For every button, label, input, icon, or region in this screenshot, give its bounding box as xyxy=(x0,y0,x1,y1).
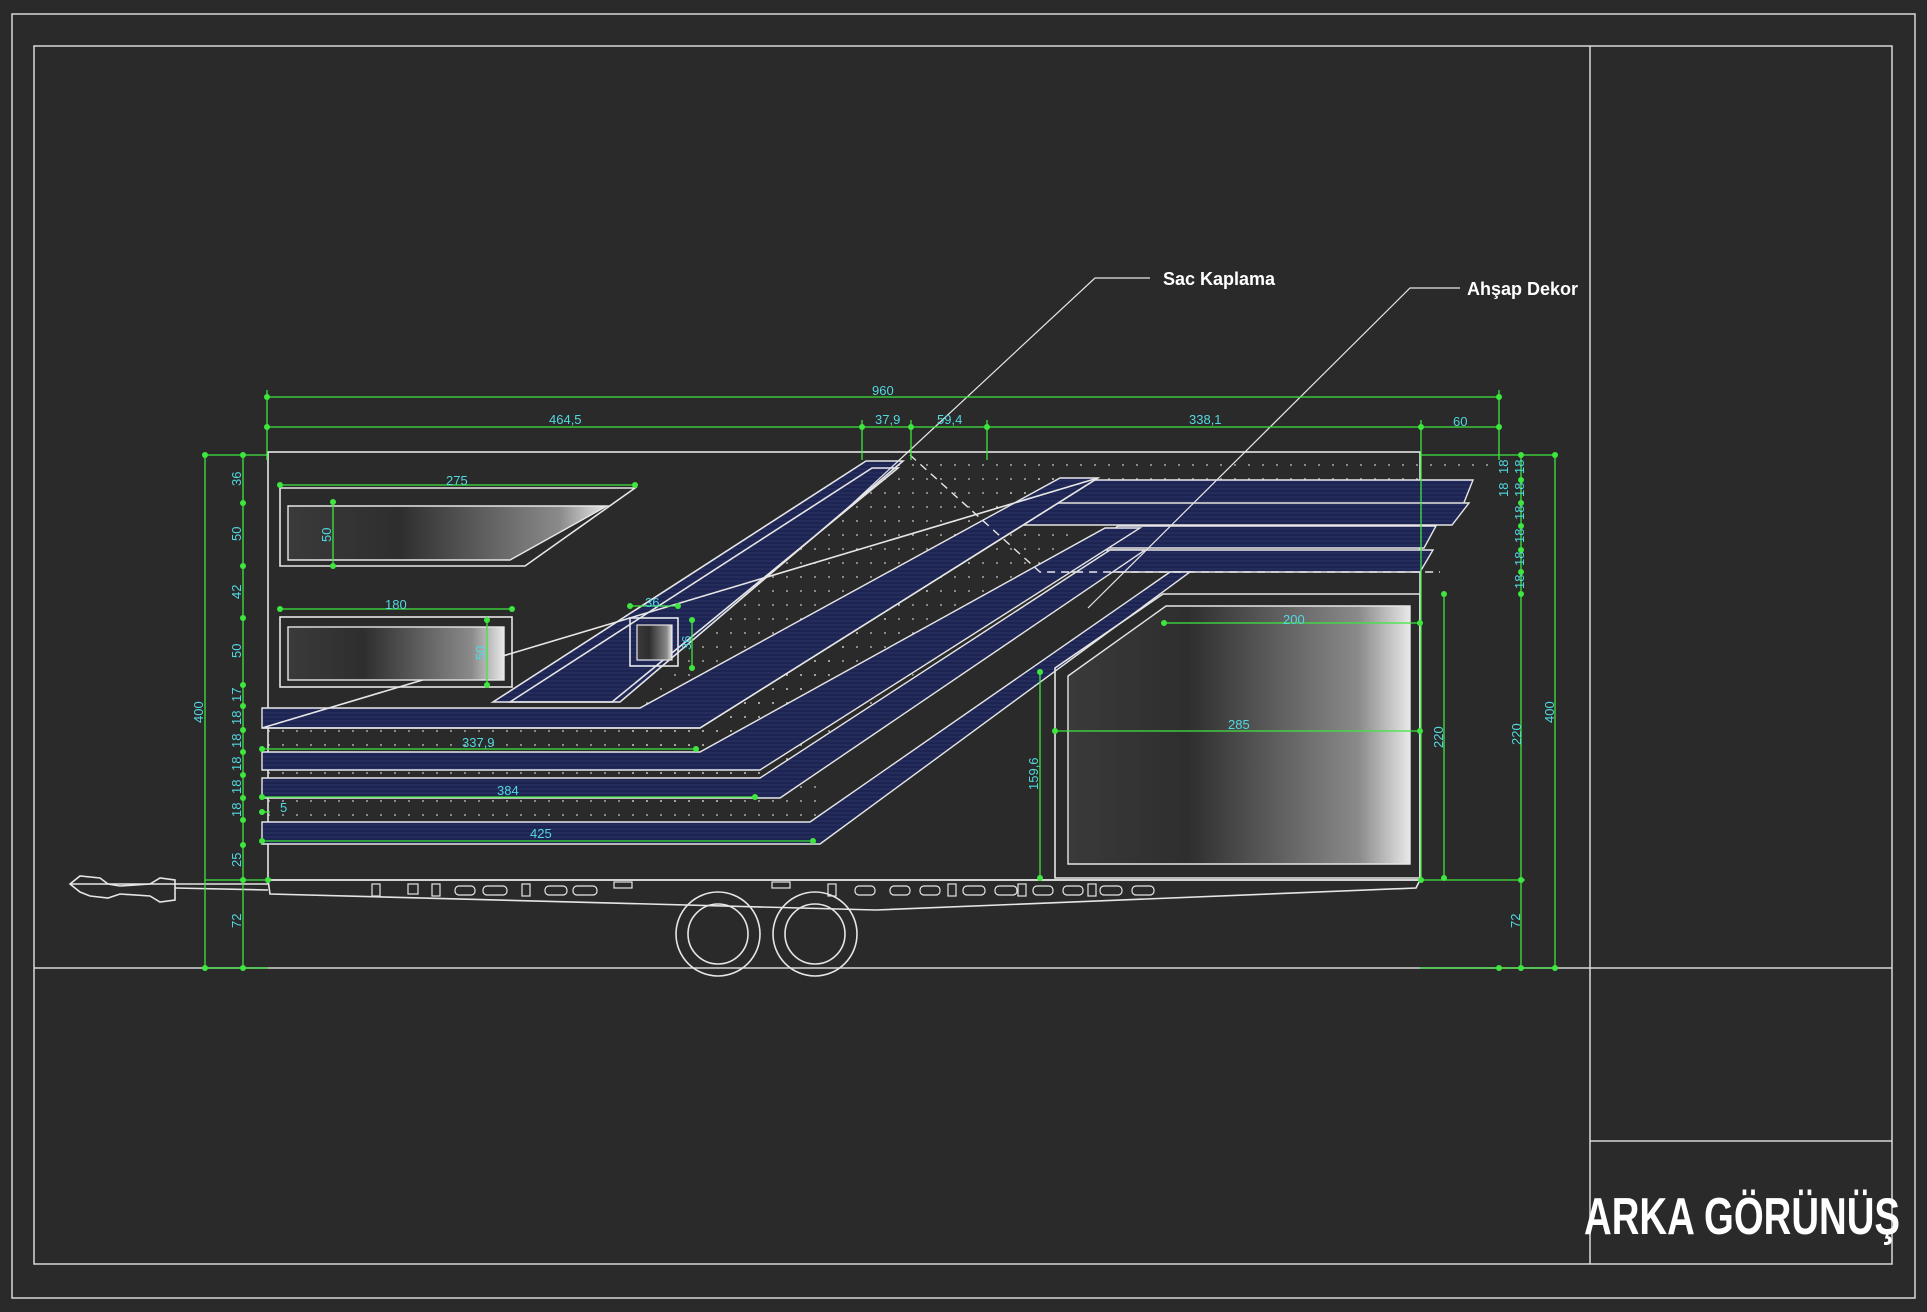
dim-band-3: 425 xyxy=(530,826,552,841)
dim-seg-5: 60 xyxy=(1453,414,1467,429)
dim-left-stack-8: 18 xyxy=(229,780,244,794)
dim-left-stack-1: 50 xyxy=(229,527,244,541)
dim-right-stack-3: 18 xyxy=(1512,529,1527,543)
dim-left-stack-2: 42 xyxy=(229,585,244,599)
dim-door-height: 220 xyxy=(1431,726,1446,748)
dim-seg-2: 37,9 xyxy=(875,412,900,427)
dim-total-height-l: 400 xyxy=(191,701,206,723)
dim-chassis-l: 72 xyxy=(229,914,244,928)
dim-left-stack-6: 18 xyxy=(229,734,244,748)
trailer-body xyxy=(258,451,1495,881)
dim-band-2: 384 xyxy=(497,783,519,798)
dim-right-stack-0: 18 xyxy=(1512,460,1527,474)
dim-win2-width: 180 xyxy=(385,597,407,612)
window-2-glass xyxy=(287,626,505,681)
dim-chassis-r: 72 xyxy=(1508,914,1523,928)
dim-left-stack-5: 18 xyxy=(229,711,244,725)
dim-door-inner: 285 xyxy=(1228,717,1250,732)
dim-left-stack-0: 36 xyxy=(229,472,244,486)
dim-right-stack-4: 18 xyxy=(1512,552,1527,566)
ahsap-stripe-2[interactable] xyxy=(1008,502,1471,526)
dim-door-height-r: 220 xyxy=(1509,723,1524,745)
door-glass[interactable] xyxy=(1067,605,1411,865)
dim-left-stack-10: 25 xyxy=(229,853,244,867)
label-ahsap-dekor: Ahşap Dekor xyxy=(1467,279,1578,299)
dim-left-stack-7: 18 xyxy=(229,757,244,771)
dim-win1-width: 275 xyxy=(446,473,468,488)
dim-left-stack-3: 50 xyxy=(229,644,244,658)
window-1-glass xyxy=(287,505,610,561)
dim-seg-4: 338,1 xyxy=(1189,412,1222,427)
dim-seg-1: 464,5 xyxy=(549,412,582,427)
dim-seg-3: 59,4 xyxy=(937,412,962,427)
dim-win1-height: 50 xyxy=(319,528,334,542)
dim-overall-width: 960 xyxy=(872,383,894,398)
dim-right-stack-7: 18 xyxy=(1496,483,1511,497)
small-window-glass xyxy=(636,624,673,661)
dim-right-stack-2: 18 xyxy=(1512,506,1527,520)
dim-inset: 5 xyxy=(280,800,287,815)
dim-left-stack-9: 18 xyxy=(229,803,244,817)
dim-small-win-h: 36 xyxy=(679,636,694,650)
dim-total-height-r: 400 xyxy=(1542,701,1557,723)
chassis-details xyxy=(371,881,1155,897)
cad-drawing: Sac Kaplama Ahşap Dekor 960 464,5 37,9 5… xyxy=(11,13,1916,1299)
dim-small-win-w: 36 xyxy=(645,595,659,610)
dim-right-stack-1: 18 xyxy=(1512,483,1527,497)
wheel-2 xyxy=(772,891,858,977)
ahsap-stripe-1[interactable] xyxy=(1036,479,1475,506)
wheel-1 xyxy=(675,891,761,977)
dim-door-width: 200 xyxy=(1283,612,1305,627)
dim-right-stack-5: 18 xyxy=(1512,575,1527,589)
dim-win2-height: 50 xyxy=(473,646,488,660)
ahsap-stripe-3[interactable] xyxy=(1087,525,1438,549)
dim-door-left-h: 159,6 xyxy=(1026,757,1041,790)
chassis xyxy=(68,875,1422,977)
label-sac-kaplama: Sac Kaplama xyxy=(1163,269,1276,289)
dim-band-1: 337,9 xyxy=(462,735,495,750)
dim-right-stack-6: 18 xyxy=(1496,460,1511,474)
drawing-title: ARKA GÖRÜNÜŞ xyxy=(1584,1188,1900,1246)
dim-left-stack-4: 17 xyxy=(229,688,244,702)
